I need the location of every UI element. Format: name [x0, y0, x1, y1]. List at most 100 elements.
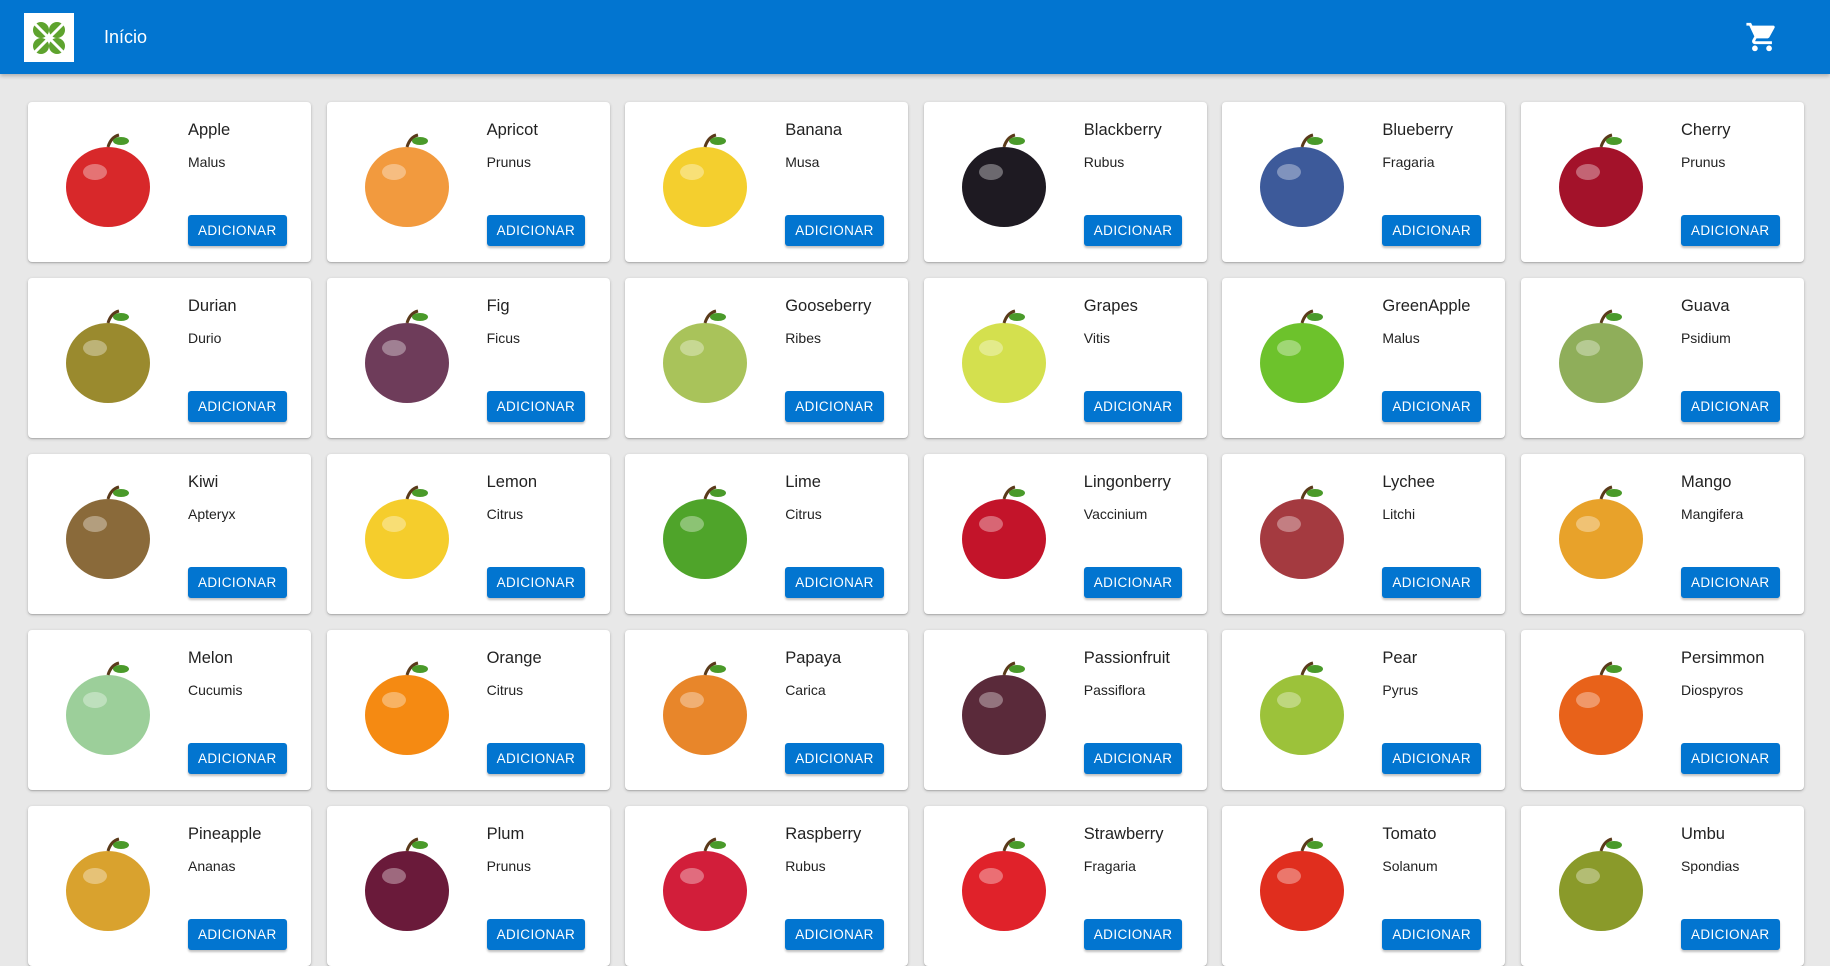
add-to-cart-button[interactable]: ADICIONAR: [785, 215, 884, 246]
product-card: Melon Cucumis ADICIONAR: [28, 630, 311, 790]
add-to-cart-button[interactable]: ADICIONAR: [486, 919, 586, 950]
clover-logo-icon[interactable]: [24, 13, 74, 62]
product-info: Plum Prunus ADICIONAR: [486, 806, 602, 966]
product-info: Gooseberry Ribes ADICIONAR: [785, 278, 900, 438]
product-name: Strawberry: [1083, 825, 1164, 843]
product-image: [641, 118, 769, 246]
product-name: Melon: [188, 649, 233, 667]
product-card: Fig Ficus ADICIONAR: [326, 278, 610, 438]
product-name: GreenApple: [1382, 297, 1471, 315]
product-name: Blueberry: [1382, 121, 1453, 139]
fruit-icon: [663, 309, 748, 403]
product-card: Pineapple Ananas ADICIONAR: [28, 806, 311, 966]
product-card: Papaya Carica ADICIONAR: [625, 630, 909, 790]
product-info: Cherry Prunus ADICIONAR: [1680, 102, 1796, 262]
add-to-cart-button[interactable]: ADICIONAR: [1680, 567, 1780, 598]
add-to-cart-button[interactable]: ADICIONAR: [1680, 743, 1780, 774]
add-to-cart-button[interactable]: ADICIONAR: [1382, 215, 1481, 246]
add-to-cart-button[interactable]: ADICIONAR: [1083, 215, 1183, 246]
product-card: Cherry Prunus ADICIONAR: [1520, 102, 1804, 262]
product-name: Lime: [785, 473, 821, 491]
fruit-icon: [1260, 133, 1345, 227]
fruit-icon: [663, 133, 748, 227]
add-to-cart-button[interactable]: ADICIONAR: [188, 567, 287, 598]
add-to-cart-button[interactable]: ADICIONAR: [486, 215, 586, 246]
product-name: Apple: [188, 121, 231, 139]
fruit-icon: [1260, 837, 1345, 931]
add-to-cart-button[interactable]: ADICIONAR: [1680, 215, 1780, 246]
product-card: Persimmon Diospyros ADICIONAR: [1520, 630, 1804, 790]
add-to-cart-button[interactable]: ADICIONAR: [1382, 743, 1481, 774]
product-card: Lemon Citrus ADICIONAR: [326, 454, 610, 614]
product-name: Grapes: [1083, 297, 1138, 315]
add-to-cart-button[interactable]: ADICIONAR: [1083, 391, 1183, 422]
fruit-icon: [66, 309, 150, 403]
fruit-icon: [961, 133, 1046, 227]
product-genus: Apteryx: [188, 506, 236, 522]
add-to-cart-button[interactable]: ADICIONAR: [785, 391, 884, 422]
fruit-icon: [961, 661, 1046, 755]
product-card: Plum Prunus ADICIONAR: [326, 806, 610, 966]
product-image: [343, 822, 471, 950]
home-link[interactable]: Início: [104, 27, 147, 48]
product-card: Tomato Solanum ADICIONAR: [1222, 806, 1506, 966]
product-info: Apple Malus ADICIONAR: [188, 102, 303, 262]
product-image: [44, 294, 172, 422]
add-to-cart-button[interactable]: ADICIONAR: [486, 743, 586, 774]
add-to-cart-button[interactable]: ADICIONAR: [1382, 391, 1481, 422]
product-genus: Prunus: [1680, 154, 1726, 170]
product-info: Guava Psidium ADICIONAR: [1680, 278, 1796, 438]
product-card: Umbu Spondias ADICIONAR: [1520, 806, 1804, 966]
add-to-cart-button[interactable]: ADICIONAR: [188, 391, 287, 422]
product-genus: Musa: [785, 154, 820, 170]
add-to-cart-button[interactable]: ADICIONAR: [785, 567, 884, 598]
product-name: Apricot: [486, 121, 538, 139]
product-genus: Diospyros: [1680, 682, 1744, 698]
product-image: [641, 294, 769, 422]
fruit-icon: [961, 485, 1046, 579]
cart-icon[interactable]: [1745, 20, 1779, 54]
product-genus: Carica: [785, 682, 826, 698]
product-image: [940, 294, 1068, 422]
add-to-cart-button[interactable]: ADICIONAR: [1083, 567, 1183, 598]
add-to-cart-button[interactable]: ADICIONAR: [1382, 567, 1481, 598]
product-name: Durian: [188, 297, 237, 315]
product-image: [1238, 294, 1366, 422]
add-to-cart-button[interactable]: ADICIONAR: [785, 919, 884, 950]
add-to-cart-button[interactable]: ADICIONAR: [188, 919, 287, 950]
fruit-icon: [1558, 485, 1643, 579]
product-image: [1238, 118, 1366, 246]
add-to-cart-button[interactable]: ADICIONAR: [1680, 391, 1780, 422]
add-to-cart-button[interactable]: ADICIONAR: [188, 743, 287, 774]
product-genus: Vitis: [1083, 330, 1110, 346]
product-genus: Ananas: [188, 858, 236, 874]
add-to-cart-button[interactable]: ADICIONAR: [785, 743, 884, 774]
fruit-icon: [364, 133, 449, 227]
product-info: Pineapple Ananas ADICIONAR: [188, 806, 303, 966]
product-info: Raspberry Rubus ADICIONAR: [785, 806, 900, 966]
product-info: Lingonberry Vaccinium ADICIONAR: [1083, 454, 1199, 614]
product-name: Lingonberry: [1083, 473, 1171, 491]
add-to-cart-button[interactable]: ADICIONAR: [1083, 743, 1183, 774]
add-to-cart-button[interactable]: ADICIONAR: [1382, 919, 1481, 950]
product-image: [44, 646, 172, 774]
product-name: Banana: [785, 121, 843, 139]
add-to-cart-button[interactable]: ADICIONAR: [486, 567, 586, 598]
product-name: Cherry: [1680, 121, 1731, 139]
product-genus: Spondias: [1680, 858, 1740, 874]
product-info: Blackberry Rubus ADICIONAR: [1083, 102, 1199, 262]
fruit-icon: [66, 485, 150, 579]
fruit-icon: [1558, 133, 1643, 227]
fruit-icon: [663, 837, 748, 931]
fruit-icon: [663, 485, 748, 579]
product-name: Mango: [1680, 473, 1732, 491]
product-card: Guava Psidium ADICIONAR: [1520, 278, 1804, 438]
add-to-cart-button[interactable]: ADICIONAR: [188, 215, 287, 246]
product-name: Guava: [1680, 297, 1730, 315]
fruit-icon: [1260, 309, 1345, 403]
product-info: Banana Musa ADICIONAR: [785, 102, 900, 262]
add-to-cart-button[interactable]: ADICIONAR: [1680, 919, 1780, 950]
product-genus: Prunus: [486, 858, 531, 874]
add-to-cart-button[interactable]: ADICIONAR: [1083, 919, 1183, 950]
add-to-cart-button[interactable]: ADICIONAR: [486, 391, 586, 422]
